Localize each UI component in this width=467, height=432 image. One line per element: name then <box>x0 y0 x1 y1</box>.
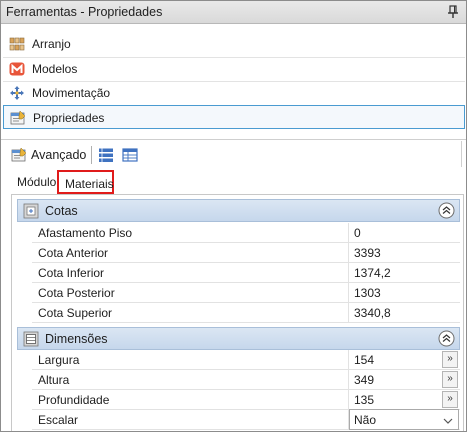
propriedades-icon <box>10 110 26 126</box>
property-value[interactable]: 135 <box>354 393 374 407</box>
nav-item-modelos[interactable]: Modelos <box>3 57 465 81</box>
column-divider <box>348 223 349 243</box>
property-name: Altura <box>38 373 70 387</box>
group-header-dimensoes[interactable]: Dimensões <box>17 327 460 350</box>
properties-panel: Ferramentas - Propriedades Arranjo Model… <box>0 0 467 432</box>
property-row[interactable]: Cota Inferior 1374,2 <box>32 263 460 283</box>
chevron-down-icon[interactable] <box>443 415 453 425</box>
group-label: Dimensões <box>45 332 108 346</box>
advanced-button[interactable]: Avançado <box>31 148 86 162</box>
property-value[interactable]: 1303 <box>354 286 381 300</box>
table-view-icon[interactable] <box>122 147 138 163</box>
nav-item-label: Modelos <box>32 62 78 76</box>
cotas-icon <box>23 203 39 219</box>
property-value[interactable]: 0 <box>354 226 361 240</box>
property-name: Cota Anterior <box>38 246 109 260</box>
nav-item-movimentacao[interactable]: Movimentação <box>3 81 465 105</box>
column-divider <box>348 390 349 410</box>
window-title: Ferramentas - Propriedades <box>6 5 163 19</box>
tab-modulo[interactable]: Módulo <box>11 171 56 193</box>
tab-materiais[interactable]: Materiais <box>57 170 114 194</box>
property-value[interactable]: 154 <box>354 353 374 367</box>
escalar-select[interactable]: Não <box>349 409 459 430</box>
collapse-icon[interactable] <box>438 202 455 219</box>
property-row[interactable]: Largura 154 » <box>32 350 460 370</box>
property-row[interactable]: Cota Posterior 1303 <box>32 283 460 303</box>
toolbar-separator <box>91 146 92 164</box>
column-divider <box>348 283 349 303</box>
column-divider <box>348 303 349 323</box>
toolbar-edge <box>461 141 462 167</box>
column-divider <box>348 263 349 283</box>
property-value[interactable]: 3393 <box>354 246 381 260</box>
properties-toolbar: Avançado <box>1 139 466 169</box>
nav-item-arranjo[interactable]: Arranjo <box>3 32 465 56</box>
group-label: Cotas <box>45 204 78 218</box>
arranjo-icon <box>9 36 25 52</box>
dimensoes-icon <box>23 331 39 347</box>
pin-icon[interactable] <box>446 4 460 20</box>
property-grid: Cotas Afastamento Piso 0 Cota Anterior 3… <box>11 195 464 431</box>
property-name: Cota Superior <box>38 306 113 320</box>
property-name: Escalar <box>38 413 79 427</box>
nav-item-propriedades[interactable]: Propriedades <box>3 105 465 129</box>
select-value: Não <box>354 413 377 427</box>
property-row[interactable]: Cota Anterior 3393 <box>32 243 460 263</box>
modelos-icon <box>9 61 25 77</box>
property-row[interactable]: Profundidade 135 » <box>32 390 460 410</box>
avancado-icon[interactable] <box>11 147 27 163</box>
column-divider <box>348 243 349 263</box>
tab-label: Materiais <box>65 177 114 191</box>
collapse-icon[interactable] <box>438 330 455 347</box>
list-view-icon[interactable] <box>98 147 114 163</box>
column-divider <box>348 370 349 390</box>
property-name: Cota Inferior <box>38 266 105 280</box>
property-name: Largura <box>38 353 80 367</box>
property-name: Cota Posterior <box>38 286 115 300</box>
column-divider <box>348 350 349 370</box>
expand-button[interactable]: » <box>442 371 458 388</box>
expand-button[interactable]: » <box>442 351 458 368</box>
property-name: Profundidade <box>38 393 110 407</box>
property-row[interactable]: Afastamento Piso 0 <box>32 223 460 243</box>
property-value[interactable]: 349 <box>354 373 374 387</box>
property-row[interactable]: Altura 349 » <box>32 370 460 390</box>
tab-label: Módulo <box>17 175 57 189</box>
property-name: Afastamento Piso <box>38 226 133 240</box>
property-value[interactable]: 3340,8 <box>354 306 391 320</box>
nav-item-label: Arranjo <box>32 37 71 51</box>
nav-item-label: Propriedades <box>33 111 105 125</box>
property-value[interactable]: 1374,2 <box>354 266 391 280</box>
property-row[interactable]: Cota Superior 3340,8 <box>32 303 460 323</box>
movimentacao-icon <box>9 85 25 101</box>
title-bar: Ferramentas - Propriedades <box>1 1 466 24</box>
nav-item-label: Movimentação <box>32 86 111 100</box>
group-header-cotas[interactable]: Cotas <box>17 199 460 222</box>
property-row[interactable]: Escalar Não <box>32 409 460 430</box>
expand-button[interactable]: » <box>442 391 458 408</box>
